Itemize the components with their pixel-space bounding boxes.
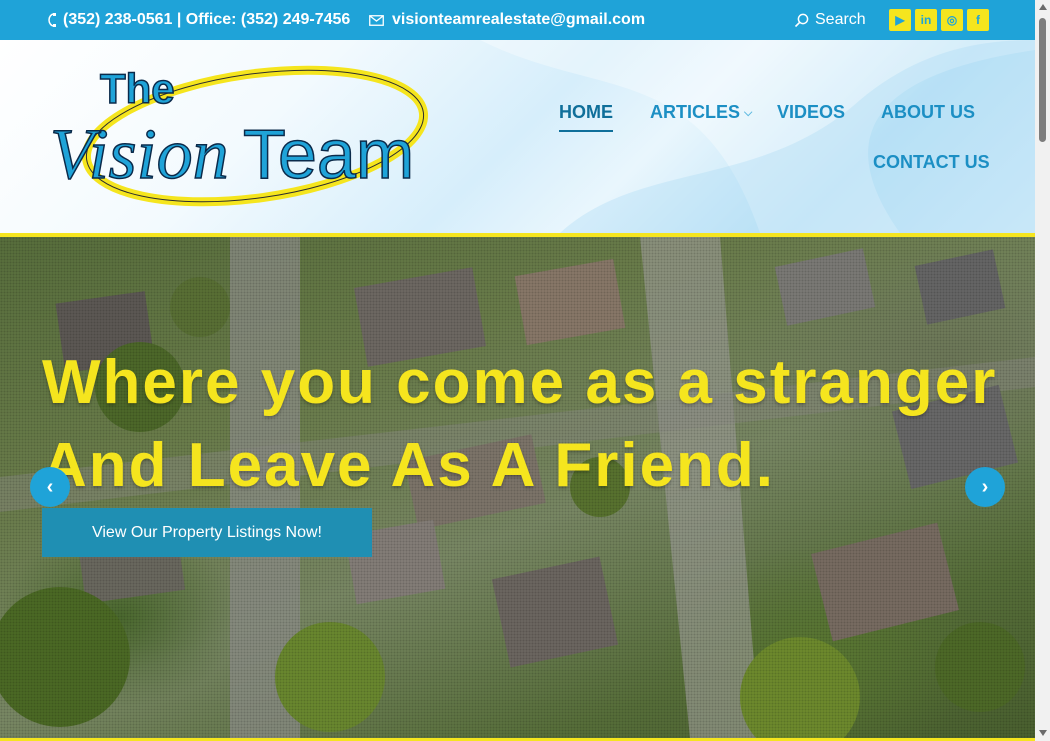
nav-contact-us[interactable]: CONTACT US	[873, 152, 990, 173]
hero-headline-line2: And Leave As A Friend.	[42, 431, 776, 500]
slider-next-button[interactable]: ›	[965, 467, 1005, 507]
envelope-icon	[369, 14, 384, 26]
scrollbar-thumb[interactable]	[1039, 18, 1046, 142]
instagram-icon[interactable]: ◎	[941, 9, 963, 31]
scroll-down-arrow-icon[interactable]	[1039, 730, 1047, 736]
phone-contact[interactable]: (352) 238-0561 | Office: (352) 249-7456	[48, 11, 350, 29]
page: (352) 238-0561 | Office: (352) 249-7456 …	[0, 0, 1050, 741]
phone-numbers: (352) 238-0561 | Office: (352) 249-7456	[63, 11, 351, 28]
site-header: The Vision Team HOME ARTICLES ⌵ VIDEOS AB…	[0, 40, 1035, 233]
email-address: visionteamrealestate@gmail.com	[392, 11, 646, 28]
search-icon	[794, 13, 809, 27]
scroll-up-arrow-icon[interactable]	[1039, 4, 1047, 10]
nav-articles[interactable]: ARTICLES ⌵	[650, 102, 752, 123]
search-button[interactable]: Search	[794, 11, 866, 29]
top-bar: (352) 238-0561 | Office: (352) 249-7456 …	[0, 0, 1035, 40]
view-listings-button[interactable]: View Our Property Listings Now!	[42, 508, 372, 557]
page-scrollbar[interactable]	[1035, 0, 1050, 741]
main-navigation: HOME ARTICLES ⌵ VIDEOS ABOUT US CONTACT U…	[0, 40, 1035, 233]
facebook-icon[interactable]: f	[967, 9, 989, 31]
nav-home[interactable]: HOME	[559, 102, 613, 132]
chevron-left-icon: ‹	[46, 475, 54, 498]
phone-icon	[48, 13, 56, 27]
chevron-right-icon: ›	[981, 475, 989, 498]
youtube-icon[interactable]: ▶	[889, 9, 911, 31]
linkedin-icon[interactable]: in	[915, 9, 937, 31]
slider-prev-button[interactable]: ‹	[30, 467, 70, 507]
nav-articles-label: ARTICLES	[650, 102, 740, 122]
nav-about-us[interactable]: ABOUT US	[881, 102, 975, 123]
hero-headline-line1: Where you come as a stranger	[42, 348, 998, 417]
email-contact[interactable]: visionteamrealestate@gmail.com	[369, 11, 645, 29]
hero-slider: Where you come as a stranger And Leave A…	[0, 237, 1035, 738]
chevron-down-icon: ⌵	[744, 106, 753, 119]
social-links: ▶ in ◎ f	[889, 9, 989, 31]
search-label: Search	[815, 11, 866, 28]
nav-videos[interactable]: VIDEOS	[777, 102, 845, 123]
